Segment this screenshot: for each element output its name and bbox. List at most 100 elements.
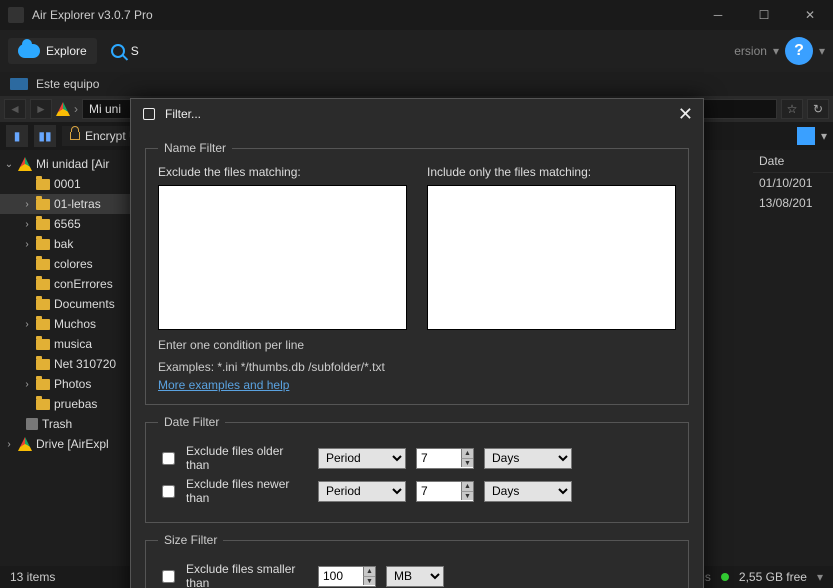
chevron-right-icon[interactable]: [22, 379, 32, 390]
forward-button[interactable]: ►: [30, 99, 52, 119]
spin-down[interactable]: ▼: [461, 458, 473, 467]
newer-unit-select[interactable]: Days: [484, 481, 572, 502]
window-title: Air Explorer v3.0.7 Pro: [32, 8, 695, 22]
dialog-titlebar: Filter... ✕: [131, 99, 703, 129]
chevron-right-icon[interactable]: [22, 239, 32, 250]
drive-icon: [18, 437, 32, 451]
minimize-button[interactable]: ─: [695, 0, 741, 30]
chevron-right-icon[interactable]: [22, 219, 32, 230]
spin-down[interactable]: ▼: [363, 576, 375, 585]
spin-up[interactable]: ▲: [363, 567, 375, 576]
lock-icon: [70, 132, 80, 140]
chevron-right-icon[interactable]: [4, 439, 14, 450]
folder-icon: [36, 359, 50, 370]
chevron-down-icon: ▾: [819, 44, 825, 58]
tree-item[interactable]: pruebas: [0, 394, 149, 414]
exclude-textarea[interactable]: [158, 185, 407, 330]
chevron-right-icon: ›: [74, 102, 78, 116]
newer-than-checkbox[interactable]: [162, 485, 175, 498]
date-column-header[interactable]: Date: [753, 150, 833, 173]
tree-label: conErrores: [54, 277, 113, 291]
app-icon: [8, 7, 24, 23]
tree-item[interactable]: Net 310720: [0, 354, 149, 374]
smaller-than-row[interactable]: Exclude files smaller than: [158, 562, 308, 588]
tree-item[interactable]: 0001: [0, 174, 149, 194]
explore-tab[interactable]: Explore: [8, 38, 97, 64]
tree-trash[interactable]: Trash: [0, 414, 149, 434]
older-number[interactable]: ▲▼: [416, 448, 474, 469]
help-button[interactable]: ?: [785, 37, 813, 65]
tree-item[interactable]: bak: [0, 234, 149, 254]
dialog-close-button[interactable]: ✕: [678, 104, 693, 125]
tree-label: Documents: [54, 297, 115, 311]
folder-icon: [36, 219, 50, 230]
folder-icon: [36, 279, 50, 290]
tree-item[interactable]: 6565: [0, 214, 149, 234]
tree-label: Muchos: [54, 317, 96, 331]
newer-number[interactable]: ▲▼: [416, 481, 474, 502]
tree-label: Trash: [42, 417, 72, 431]
tree-item[interactable]: musica: [0, 334, 149, 354]
tree-item[interactable]: conErrores: [0, 274, 149, 294]
name-filter-hint2: Examples: *.ini */thumbs.db /subfolder/*…: [158, 360, 676, 374]
breadcrumb-text: Mi uni: [89, 102, 121, 116]
spin-up[interactable]: ▲: [461, 482, 473, 491]
name-filter-hint1: Enter one condition per line: [158, 338, 676, 352]
spin-up[interactable]: ▲: [461, 449, 473, 458]
newer-than-label: Exclude files newer than: [186, 477, 308, 505]
dialog-title: Filter...: [165, 107, 201, 121]
tree-label: Net 310720: [54, 357, 116, 371]
smaller-than-checkbox[interactable]: [162, 570, 175, 583]
version-menu-label[interactable]: ersion: [734, 44, 767, 58]
main-toolbar: Explore S ersion ▾ ? ▾: [0, 30, 833, 72]
panel-button-1[interactable]: ▮: [6, 125, 28, 147]
smaller-number[interactable]: ▲▼: [318, 566, 376, 587]
chevron-down-icon: ▾: [817, 570, 823, 584]
tree-item[interactable]: Photos: [0, 374, 149, 394]
name-filter-legend: Name Filter: [158, 141, 232, 155]
folder-icon: [36, 339, 50, 350]
chevron-down-icon[interactable]: [4, 159, 14, 170]
spin-down[interactable]: ▼: [461, 491, 473, 500]
view-grid-icon[interactable]: [797, 127, 815, 145]
panel-button-2[interactable]: ▮▮: [34, 125, 56, 147]
back-button[interactable]: ◄: [4, 99, 26, 119]
refresh-button[interactable]: ↻: [807, 99, 829, 119]
close-button[interactable]: ✕: [787, 0, 833, 30]
newer-than-row[interactable]: Exclude files newer than: [158, 477, 308, 505]
explore-label: Explore: [46, 44, 87, 58]
include-textarea[interactable]: [427, 185, 676, 330]
s-tab[interactable]: S: [101, 38, 149, 64]
maximize-button[interactable]: ☐: [741, 0, 787, 30]
newer-period-select[interactable]: Period: [318, 481, 406, 502]
older-period-select[interactable]: Period: [318, 448, 406, 469]
include-label: Include only the files matching:: [427, 165, 676, 179]
older-than-row[interactable]: Exclude files older than: [158, 444, 308, 472]
tree-label: Photos: [54, 377, 91, 391]
star-button[interactable]: ☆: [781, 99, 803, 119]
more-examples-link[interactable]: More examples and help: [158, 378, 289, 392]
search-icon: [111, 44, 125, 58]
date-filter-legend: Date Filter: [158, 415, 225, 429]
tree-item[interactable]: colores: [0, 254, 149, 274]
equipo-row[interactable]: Este equipo: [0, 72, 833, 96]
older-than-checkbox[interactable]: [162, 452, 175, 465]
date-cell: 01/10/201: [753, 173, 833, 193]
chevron-right-icon[interactable]: [22, 319, 32, 330]
older-unit-select[interactable]: Days: [484, 448, 572, 469]
folder-icon: [36, 299, 50, 310]
tree-item[interactable]: Muchos: [0, 314, 149, 334]
date-filter-group: Date Filter Exclude files older than Per…: [145, 415, 689, 523]
tree-label: musica: [54, 337, 92, 351]
chevron-right-icon[interactable]: [22, 199, 32, 210]
folder-icon: [36, 259, 50, 270]
smaller-unit-select[interactable]: MB: [386, 566, 444, 587]
tree-item[interactable]: Documents: [0, 294, 149, 314]
folder-icon: [36, 179, 50, 190]
tree-label: Drive [AirExpl: [36, 437, 109, 451]
tree-item[interactable]: 01-letras: [0, 194, 149, 214]
tree-drive2[interactable]: Drive [AirExpl: [0, 434, 149, 454]
folder-tree[interactable]: Mi unidad [Air 0001 01-letras 6565 bak c…: [0, 150, 150, 566]
tree-root-drive[interactable]: Mi unidad [Air: [0, 154, 149, 174]
drive-icon: [56, 102, 70, 116]
